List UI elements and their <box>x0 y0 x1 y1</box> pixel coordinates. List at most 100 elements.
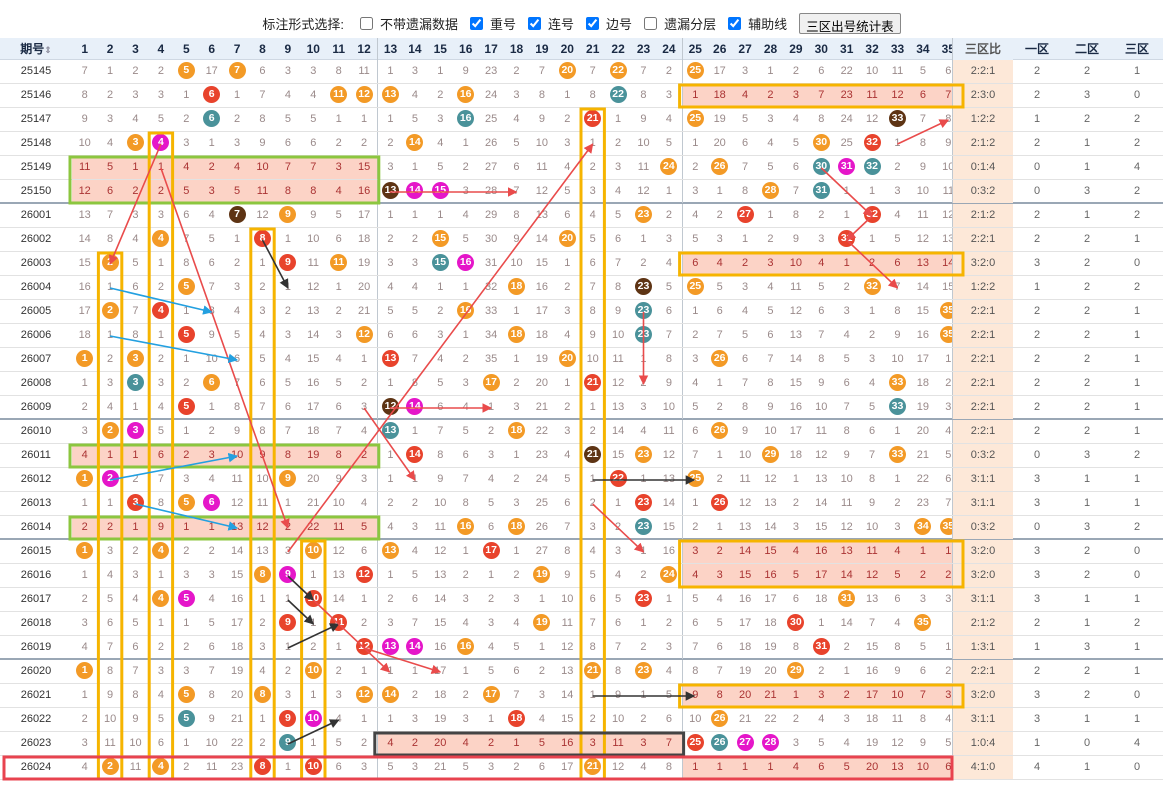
miss-count: 3 <box>692 353 699 365</box>
zone-count-3: 2 <box>1133 185 1141 197</box>
miss-count: 13 <box>764 497 777 509</box>
header-issue[interactable]: 期号⇕ <box>0 38 72 60</box>
number-cell-16: 16 <box>453 84 478 107</box>
sort-icon[interactable]: ⇕ <box>44 45 52 55</box>
number-cell-20: 12 <box>555 636 580 659</box>
zone-count-2: 2 <box>1083 113 1091 125</box>
zone-count-1: 2 <box>1033 137 1041 149</box>
miss-count: 12 <box>78 185 91 197</box>
miss-count: 20 <box>738 689 752 701</box>
miss-count: 2 <box>81 713 88 725</box>
option-miss-layer[interactable]: 遗漏分层 <box>644 14 716 33</box>
number-cell-3: 3 <box>123 564 148 587</box>
number-cell-31: 12 <box>834 516 859 539</box>
miss-count: 2 <box>564 281 571 293</box>
zone-ratio: 3:1:1 <box>952 468 1013 491</box>
miss-count: 2 <box>869 329 876 341</box>
miss-count: 5 <box>208 233 215 245</box>
number-cell-15: 21 <box>428 756 453 779</box>
zone-stats-button[interactable]: 三区出号统计表 <box>799 12 901 34</box>
number-cell-21: 6 <box>580 588 605 611</box>
issue-number: 26009 <box>20 401 52 413</box>
miss-count: 4 <box>361 497 368 509</box>
number-cell-27: 5 <box>732 324 757 347</box>
option-consecutive[interactable]: 连号 <box>528 14 574 33</box>
checkbox-miss-layer[interactable] <box>644 16 658 30</box>
miss-count: 6 <box>919 89 926 101</box>
option-edge[interactable]: 边号 <box>586 14 632 33</box>
option-repeat[interactable]: 重号 <box>470 14 516 33</box>
miss-count: 5 <box>692 401 699 413</box>
miss-count: 7 <box>716 665 723 677</box>
miss-count: 10 <box>611 329 625 341</box>
miss-count: 1 <box>538 593 545 605</box>
number-cell-23: 23 <box>631 300 656 323</box>
number-cell-21: 21 <box>580 660 605 683</box>
miss-count: 5 <box>919 65 926 77</box>
miss-count: 2 <box>284 305 291 317</box>
checkbox-guide-line[interactable] <box>728 16 742 30</box>
number-cell-7: 23 <box>224 756 249 779</box>
table-row: 25148 10 4 3 4 3 1 3 9 6 6 2 2 2 14 4 1 26 5 10 3 1 2 10 5 1 20 6 4 5… <box>0 132 1163 156</box>
number-cell-24: 13 <box>656 468 681 491</box>
number-cell-32: 7 <box>859 444 884 467</box>
miss-count: 16 <box>230 593 244 605</box>
number-cell-16: 16 <box>453 516 478 539</box>
checkbox-consecutive[interactable] <box>528 16 542 30</box>
miss-count: 3 <box>462 593 469 605</box>
miss-count: 7 <box>310 161 317 173</box>
option-guide-line[interactable]: 辅助线 <box>728 14 787 33</box>
miss-count: 3 <box>411 761 418 773</box>
number-cell-16: 1 <box>453 276 478 299</box>
number-cell-27: 4 <box>732 84 758 107</box>
number-cell-23: 11 <box>631 156 656 179</box>
number-cell-34: 18 <box>910 372 935 395</box>
checkbox-no-miss-data[interactable] <box>360 16 373 30</box>
miss-count: 1 <box>387 209 394 221</box>
number-cell-15: 1 <box>428 60 453 83</box>
number-cell-5: 2 <box>174 372 199 395</box>
number-cell-34: 2 <box>910 564 936 587</box>
miss-count: 7 <box>742 377 749 389</box>
number-cell-31: 11 <box>834 492 859 515</box>
miss-count: 14 <box>916 281 929 293</box>
miss-count: 1 <box>945 641 952 653</box>
miss-count: 3 <box>437 329 444 341</box>
number-cell-1: 4 <box>72 756 97 779</box>
number-cell-4: 3 <box>148 660 173 683</box>
miss-count: 7 <box>234 377 241 389</box>
table-row: 26005 17 2 7 4 1 8 4 3 2 13 2 21 5 5 2 16 33 1 17 3 8 9 23 6 1 6 4 5… <box>0 300 1163 324</box>
number-cell-33: 7 <box>885 276 910 299</box>
option-label: 重号 <box>490 16 517 32</box>
number-cell-14: 14 <box>402 444 427 467</box>
number-cell-26: 6 <box>707 300 732 323</box>
number-cell-22: 1 <box>605 492 630 515</box>
number-cell-5: 1 <box>174 348 199 371</box>
option-no-miss-data[interactable]: 不带遗漏数据 <box>360 14 458 33</box>
number-cell-19: 26 <box>529 516 554 539</box>
drawn-ball: 18 <box>507 325 525 343</box>
checkbox-repeat[interactable] <box>470 16 484 30</box>
number-cell-17: 32 <box>478 276 503 299</box>
zone-count-3: 1 <box>1133 665 1141 677</box>
miss-count: 5 <box>335 209 342 221</box>
miss-count: 7 <box>208 665 215 677</box>
zone-count-3: 1 <box>1133 329 1141 341</box>
checkbox-edge[interactable] <box>586 16 600 30</box>
miss-count: 1 <box>513 353 520 365</box>
drawn-ball: 5 <box>177 589 195 607</box>
zone-count-3: 0 <box>1133 569 1141 581</box>
table-row: 26023 3 11 10 6 1 10 22 2 9 1 5 2 4 2 20 4 2 1 5 16 3 11 3 7 25 26… <box>0 732 1163 756</box>
number-cell-20: 3 <box>555 132 580 155</box>
number-cell-14: 5 <box>402 564 427 587</box>
number-cell-22: 9 <box>605 684 630 707</box>
issue-number: 26007 <box>20 353 52 365</box>
number-cell-28: 8 <box>758 372 783 395</box>
miss-count: 2 <box>208 161 215 173</box>
number-cell-16: 4 <box>453 612 478 635</box>
zone-ratio: 0:1:4 <box>952 156 1013 179</box>
miss-count: 4 <box>869 377 876 389</box>
number-cell-4: 7 <box>148 468 173 491</box>
zone-count-3: 1 <box>1133 401 1141 413</box>
zone-count-2: 1 <box>1083 761 1091 773</box>
